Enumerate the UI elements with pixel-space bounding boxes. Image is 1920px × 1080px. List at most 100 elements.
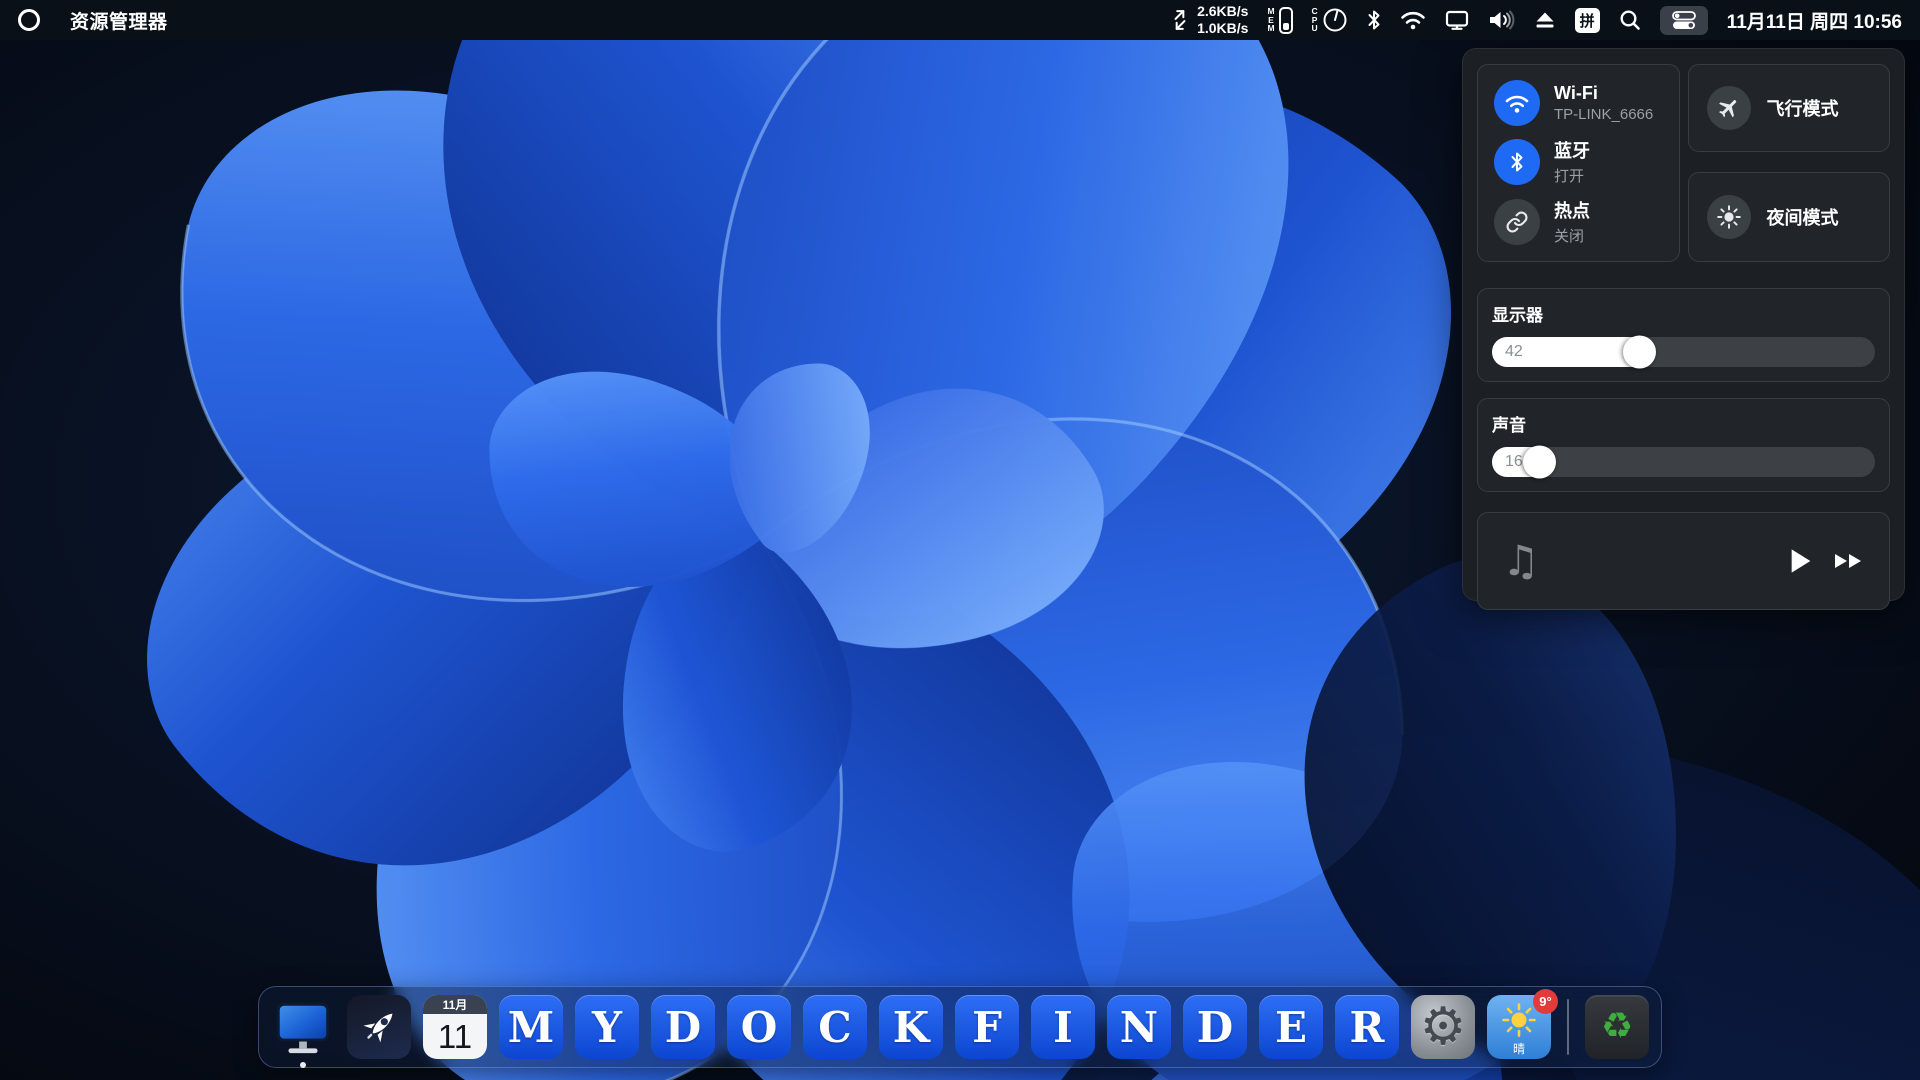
clock-date-time[interactable]: 11月11日 周四 10:56 — [1727, 7, 1902, 34]
wifi-title: Wi-Fi — [1554, 83, 1653, 104]
volume-slider[interactable]: 16 — [1492, 447, 1875, 477]
wifi-row[interactable]: Wi-Fi TP-LINK_6666 — [1494, 80, 1663, 126]
weather-condition-label: 晴 — [1513, 1040, 1525, 1057]
net-download-speed: 1.0KB/s — [1197, 20, 1248, 37]
search-icon[interactable] — [1619, 9, 1641, 31]
hotspot-state: 关闭 — [1554, 225, 1590, 246]
connectivity-card: Wi-Fi TP-LINK_6666 蓝牙 打开 — [1477, 64, 1680, 262]
letter-tile-label: M — [508, 1003, 555, 1052]
letter-tile-label: O — [741, 1003, 778, 1052]
volume-status-icon[interactable] — [1488, 9, 1515, 31]
dock-item-settings[interactable]: ⚙ — [1411, 995, 1475, 1059]
dock-item-letter-r[interactable]: R — [1335, 995, 1399, 1059]
play-button[interactable] — [1789, 547, 1813, 575]
bluetooth-row[interactable]: 蓝牙 打开 — [1494, 137, 1663, 186]
wifi-icon[interactable] — [1494, 80, 1540, 126]
dock-item-letter-k[interactable]: K — [879, 995, 943, 1059]
cpu-indicator[interactable]: CPU — [1312, 7, 1348, 33]
dock-item-letter-f[interactable]: F — [955, 995, 1019, 1059]
control-center-toggle-button[interactable] — [1660, 6, 1708, 35]
display-slider-thumb[interactable] — [1623, 336, 1656, 369]
active-app-title[interactable]: 资源管理器 — [70, 7, 168, 34]
bluetooth-state: 打开 — [1554, 165, 1590, 186]
desktop: 资源管理器 2.6KB/s 1.0KB/s MEM — [0, 0, 1920, 1080]
network-speed-indicator[interactable]: 2.6KB/s 1.0KB/s — [1171, 3, 1248, 37]
cpu-gauge-icon — [1322, 7, 1348, 33]
bluetooth-icon[interactable] — [1494, 139, 1540, 185]
weather-temperature-badge: 9° — [1533, 989, 1558, 1014]
display-brightness-card: 显示器 42 — [1477, 288, 1890, 382]
next-track-button[interactable] — [1833, 549, 1865, 573]
dock: 11月 11 M Y D O C K F I N D E R ⚙ — [258, 986, 1662, 1068]
dock-item-letter-e[interactable]: E — [1259, 995, 1323, 1059]
letter-tile-label: D — [665, 1003, 701, 1052]
hotspot-title: 热点 — [1554, 197, 1590, 223]
display-brightness-value: 42 — [1505, 343, 1523, 361]
dock-item-letter-m[interactable]: M — [499, 995, 563, 1059]
running-indicator-dot — [300, 1062, 306, 1068]
letter-tile-label: Y — [592, 1003, 622, 1052]
dock-item-letter-o[interactable]: O — [727, 995, 791, 1059]
media-player-card: ♫ — [1477, 512, 1890, 610]
volume-card: 声音 16 — [1477, 398, 1890, 492]
display-slider-label: 显示器 — [1492, 301, 1875, 326]
calendar-month-label: 11月 — [423, 995, 487, 1014]
letter-tile-label: N — [1120, 1003, 1158, 1052]
dock-item-letter-d2[interactable]: D — [1183, 995, 1247, 1059]
control-center-panel: Wi-Fi TP-LINK_6666 蓝牙 打开 — [1462, 48, 1905, 601]
dock-item-computer[interactable] — [271, 995, 335, 1059]
volume-value: 16 — [1505, 453, 1523, 471]
dock-item-calendar[interactable]: 11月 11 — [423, 995, 487, 1059]
volume-slider-thumb[interactable] — [1523, 446, 1556, 479]
airplane-icon — [1707, 86, 1751, 130]
dock-item-letter-d1[interactable]: D — [651, 995, 715, 1059]
letter-tile-label: K — [893, 1003, 930, 1052]
memory-label: MEM — [1267, 7, 1274, 33]
dock-item-trash[interactable]: ♻ — [1585, 995, 1649, 1059]
display-status-icon[interactable] — [1445, 9, 1469, 31]
music-note-icon: ♫ — [1502, 540, 1540, 582]
dock-separator — [1567, 999, 1569, 1055]
dock-item-letter-c[interactable]: C — [803, 995, 867, 1059]
letter-tile-label: D — [1197, 1003, 1233, 1052]
airplane-mode-tile[interactable]: 飞行模式 — [1688, 64, 1891, 152]
net-upload-speed: 2.6KB/s — [1197, 3, 1248, 20]
hotspot-link-icon[interactable] — [1494, 199, 1540, 245]
night-mode-label: 夜间模式 — [1767, 204, 1839, 230]
wifi-network-name: TP-LINK_6666 — [1554, 106, 1653, 123]
sun-icon — [1501, 1002, 1537, 1038]
display-brightness-slider[interactable]: 42 — [1492, 337, 1875, 367]
menu-bar: 资源管理器 2.6KB/s 1.0KB/s MEM — [0, 0, 1920, 40]
letter-tile-label: R — [1350, 1003, 1385, 1052]
hotspot-row[interactable]: 热点 关闭 — [1494, 197, 1663, 246]
letter-tile-label: C — [818, 1003, 851, 1052]
bluetooth-status-icon[interactable] — [1367, 9, 1381, 31]
dock-item-letter-i[interactable]: I — [1031, 995, 1095, 1059]
wifi-status-icon[interactable] — [1400, 10, 1426, 30]
dock-item-weather[interactable]: 晴 9° — [1487, 995, 1551, 1059]
dock-item-launcher[interactable] — [347, 995, 411, 1059]
computer-monitor-icon — [272, 996, 334, 1058]
input-method-indicator[interactable]: 拼 — [1575, 8, 1600, 33]
eject-icon[interactable] — [1534, 10, 1556, 30]
memory-indicator[interactable]: MEM — [1267, 7, 1292, 34]
rocket-icon — [357, 1005, 401, 1049]
toggles-icon — [1670, 10, 1698, 31]
airplane-mode-label: 飞行模式 — [1767, 95, 1839, 121]
letter-tile-label: E — [1275, 1003, 1307, 1052]
volume-slider-label: 声音 — [1492, 411, 1875, 436]
night-mode-tile[interactable]: 夜间模式 — [1688, 172, 1891, 262]
bluetooth-title: 蓝牙 — [1554, 137, 1590, 163]
letter-tile-label: I — [1053, 1003, 1073, 1052]
dock-item-letter-y[interactable]: Y — [575, 995, 639, 1059]
memory-gauge-icon — [1279, 7, 1293, 34]
system-logo-icon[interactable] — [18, 9, 40, 31]
night-mode-sun-icon — [1707, 195, 1751, 239]
recycle-bin-icon: ♻ — [1601, 1009, 1633, 1045]
calendar-day-number: 11 — [423, 1014, 487, 1059]
letter-tile-label: F — [972, 1003, 1002, 1052]
gear-icon: ⚙ — [1420, 1001, 1467, 1053]
network-arrows-icon — [1171, 10, 1189, 30]
cpu-label: CPU — [1312, 7, 1318, 33]
dock-item-letter-n[interactable]: N — [1107, 995, 1171, 1059]
